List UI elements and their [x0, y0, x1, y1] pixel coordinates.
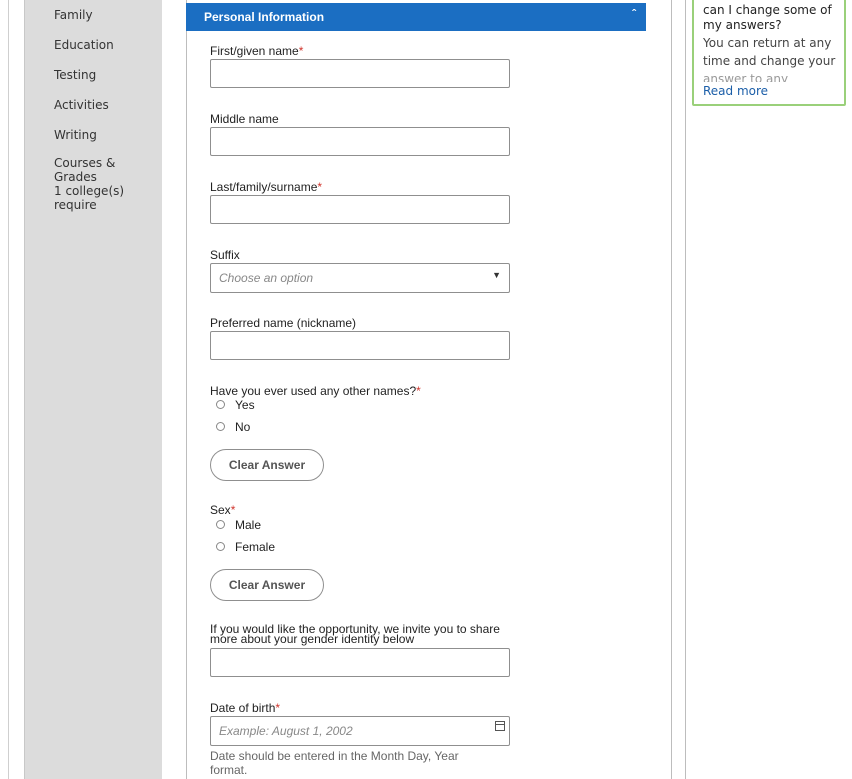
suffix-label: Suffix [210, 248, 240, 262]
last-name-input[interactable] [210, 195, 510, 224]
radio-button[interactable] [216, 422, 225, 431]
faq-question-line: my answers? [703, 18, 782, 32]
faq-answer-line: You can return at any [703, 36, 832, 50]
required-mark: * [230, 503, 236, 517]
radio-button[interactable] [216, 400, 225, 409]
field-label-text: Last/family/surname [210, 180, 318, 194]
field-label-text: First/given name [210, 44, 299, 58]
suffix-select[interactable]: Choose an option ▼ [210, 263, 510, 293]
collapse-caret-icon[interactable]: ˆ [632, 7, 636, 21]
right-column-divider [685, 0, 686, 779]
dob-placeholder: Example: August 1, 2002 [219, 724, 353, 738]
middle-name-input[interactable] [210, 127, 510, 156]
faq-answer: You can return at any time and change yo… [703, 34, 843, 82]
required-mark: * [275, 701, 281, 715]
first-name-label: First/given name* [210, 44, 303, 58]
gender-identity-label: If you would like the opportunity, we in… [210, 623, 520, 645]
first-name-input[interactable] [210, 59, 510, 88]
calendar-icon[interactable] [495, 721, 505, 731]
faq-answer-line: time and change your [703, 54, 836, 68]
sidebar-item-family[interactable]: Family [54, 8, 93, 22]
faq-answer-line: answer to any question [703, 72, 789, 82]
field-label-text: Sex [210, 503, 231, 517]
page-border [8, 0, 9, 779]
help-text-line: Date should be entered in the Month Day,… [210, 749, 459, 763]
sidebar-item-note: 1 college(s) [54, 184, 125, 198]
faq-question-line: can I change some of [703, 3, 832, 17]
sidebar-item-label: Grades [54, 170, 97, 184]
read-more-link[interactable]: Read more [703, 84, 768, 98]
dob-input[interactable]: Example: August 1, 2002 [210, 716, 510, 746]
sidebar-border [24, 0, 25, 779]
dob-label: Date of birth* [210, 701, 280, 715]
section-header-personal-information[interactable]: Personal Information ˆ [186, 3, 646, 31]
sidebar-item-activities[interactable]: Activities [54, 98, 109, 112]
sidebar-item-writing[interactable]: Writing [54, 128, 97, 142]
sidebar-nav: Family Education Testing Activities Writ… [24, 0, 162, 779]
radio-label: No [235, 420, 251, 434]
suffix-placeholder: Choose an option [219, 271, 314, 285]
preferred-name-input[interactable] [210, 331, 510, 360]
radio-button[interactable] [216, 542, 225, 551]
section-title: Personal Information [204, 10, 325, 24]
radio-label: Yes [235, 398, 255, 412]
required-mark: * [416, 384, 421, 398]
field-label-text: Have you ever used any other names? [210, 384, 417, 398]
sidebar-item-courses-grades[interactable]: Courses & Grades 1 college(s) require [54, 156, 124, 212]
faq-box: can I change some of my answers? You can… [692, 0, 846, 106]
sidebar-item-education[interactable]: Education [54, 38, 114, 52]
chevron-down-icon: ▼ [492, 270, 501, 280]
other-names-label: Have you ever used any other names?* [210, 384, 421, 398]
sidebar-item-testing[interactable]: Testing [54, 68, 96, 82]
clear-answer-button[interactable]: Clear Answer [210, 449, 324, 481]
radio-label: Female [235, 540, 276, 554]
preferred-name-label: Preferred name (nickname) [210, 316, 357, 330]
radio-label: Male [235, 518, 262, 532]
radio-button[interactable] [216, 520, 225, 529]
last-name-label: Last/family/surname* [210, 180, 322, 194]
sex-label: Sex* [210, 503, 235, 517]
required-mark: * [298, 44, 304, 58]
clear-answer-button[interactable]: Clear Answer [210, 569, 324, 601]
field-label-text: Date of birth [210, 701, 276, 715]
help-text-line: format. [210, 763, 248, 777]
middle-name-label: Middle name [210, 112, 279, 126]
faq-question: can I change some of my answers? [703, 3, 843, 33]
sidebar-item-label: Courses & [54, 156, 116, 170]
gender-identity-input[interactable] [210, 648, 510, 677]
sidebar-item-note: require [54, 198, 97, 212]
required-mark: * [317, 180, 323, 194]
dob-help-text: Date should be entered in the Month Day,… [210, 749, 500, 777]
